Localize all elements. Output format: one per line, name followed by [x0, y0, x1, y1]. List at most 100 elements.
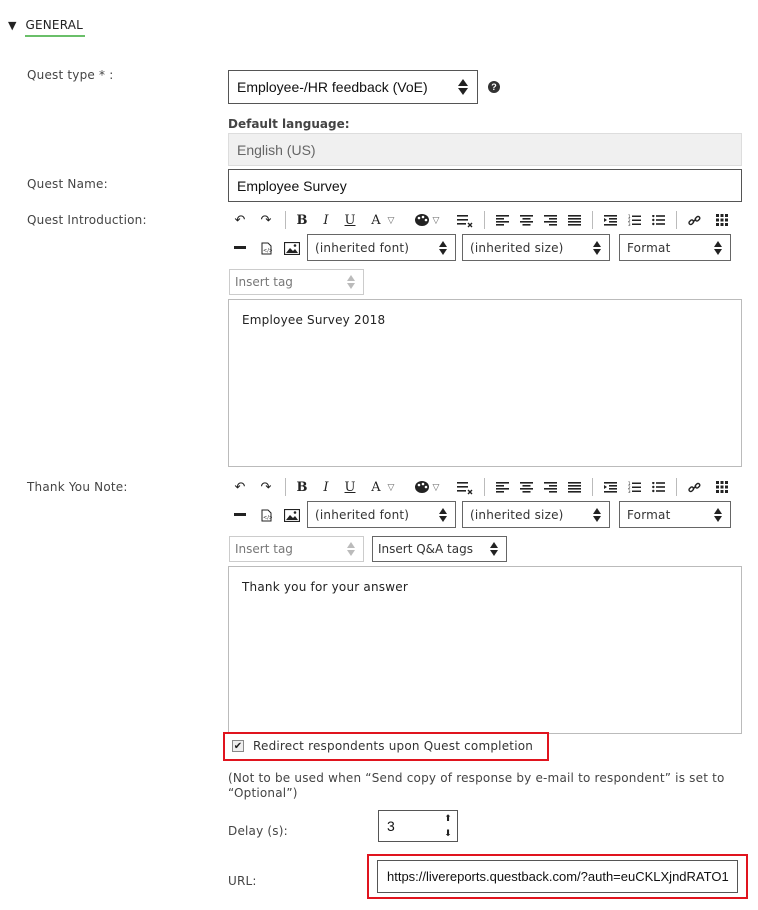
- thanks-editor-body[interactable]: Thank you for your answer: [228, 566, 742, 734]
- chevron-down-icon[interactable]: ▽: [430, 477, 442, 499]
- thanks-font-select[interactable]: (inherited font): [307, 501, 456, 528]
- quest-name-input[interactable]: Employee Survey: [228, 169, 742, 202]
- redo-icon[interactable]: ↷: [258, 476, 274, 498]
- italic-button[interactable]: I: [319, 209, 333, 231]
- clear-format-icon[interactable]: [456, 476, 474, 498]
- indent-icon[interactable]: [602, 209, 618, 231]
- redo-icon[interactable]: ↷: [258, 209, 274, 231]
- intro-size-select[interactable]: (inherited size): [462, 234, 610, 261]
- help-icon[interactable]: ?: [488, 81, 500, 93]
- align-center-icon[interactable]: [518, 476, 534, 498]
- redirect-label[interactable]: Redirect respondents upon Quest completi…: [253, 739, 533, 753]
- redirect-note: (Not to be used when “Send copy of respo…: [228, 771, 725, 800]
- quest-introduction-label: Quest Introduction:: [27, 213, 147, 227]
- image-icon[interactable]: [283, 237, 301, 259]
- quest-type-value: Employee-/HR feedback (VoE): [237, 79, 428, 95]
- thanks-size-select[interactable]: (inherited size): [462, 501, 610, 528]
- svg-text:3: 3: [628, 489, 631, 493]
- font-color-button[interactable]: A: [369, 476, 383, 498]
- align-left-icon[interactable]: [494, 476, 510, 498]
- select-arrows-icon: [706, 235, 730, 260]
- checkmark-icon: ✔: [233, 740, 243, 752]
- link-icon[interactable]: [686, 209, 702, 231]
- numbered-list-icon[interactable]: 123: [626, 476, 642, 498]
- source-code-icon[interactable]: </>: [258, 237, 274, 259]
- numbered-list-icon[interactable]: 123: [626, 209, 642, 231]
- thanks-toolbar-row-1: ↶ ↷ B I U A ▽ ▽ 123: [228, 474, 742, 500]
- select-arrows-icon: [706, 502, 730, 527]
- chevron-down-icon[interactable]: ▽: [385, 477, 397, 499]
- triangle-down-icon[interactable]: ▼: [8, 19, 16, 32]
- thanks-size-value: (inherited size): [470, 507, 564, 522]
- thanks-insert-tag-value: Insert tag: [235, 542, 293, 556]
- thanks-insert-tag-select[interactable]: Insert tag: [229, 536, 364, 562]
- horizontal-line-icon[interactable]: [232, 237, 248, 259]
- align-left-icon[interactable]: [494, 209, 510, 231]
- table-icon[interactable]: [714, 476, 730, 498]
- spinner-arrows-icon[interactable]: ⬆ ⬇: [443, 813, 453, 839]
- intro-format-value: Format: [627, 240, 671, 255]
- select-arrows-icon: [339, 537, 363, 561]
- redirect-checkbox[interactable]: ✔: [232, 740, 244, 752]
- quest-name-label: Quest Name:: [27, 177, 108, 191]
- thank-you-note-label: Thank You Note:: [27, 480, 128, 494]
- select-arrows-icon: [449, 71, 477, 103]
- undo-icon[interactable]: ↶: [232, 476, 248, 498]
- indent-icon[interactable]: [602, 476, 618, 498]
- font-color-button[interactable]: A: [369, 209, 383, 231]
- default-language-field: English (US): [228, 133, 742, 166]
- quest-type-label: Quest type * :: [27, 68, 114, 82]
- underline-button[interactable]: U: [343, 209, 357, 231]
- intro-font-value: (inherited font): [315, 240, 410, 255]
- thanks-format-value: Format: [627, 507, 671, 522]
- thanks-font-value: (inherited font): [315, 507, 410, 522]
- thanks-editor-content: Thank you for your answer: [242, 580, 408, 594]
- link-icon[interactable]: [686, 476, 702, 498]
- intro-editor-body[interactable]: Employee Survey 2018: [228, 299, 742, 467]
- thanks-insert-qa-tags-value: Insert Q&A tags: [378, 542, 473, 556]
- select-arrows-icon: [585, 502, 609, 527]
- source-code-icon[interactable]: </>: [258, 504, 274, 526]
- bullet-list-icon[interactable]: [650, 209, 666, 231]
- intro-format-select[interactable]: Format: [619, 234, 731, 261]
- align-right-icon[interactable]: [542, 476, 558, 498]
- thanks-insert-qa-tags-select[interactable]: Insert Q&A tags: [372, 536, 507, 562]
- delay-input[interactable]: 3 ⬆ ⬇: [378, 810, 458, 842]
- svg-text:3: 3: [628, 222, 631, 226]
- italic-button[interactable]: I: [319, 476, 333, 498]
- align-center-icon[interactable]: [518, 209, 534, 231]
- default-language-label: Default language:: [228, 117, 350, 131]
- select-arrows-icon: [482, 537, 506, 561]
- intro-editor-content: Employee Survey 2018: [242, 313, 386, 327]
- delay-label: Delay (s):: [228, 824, 288, 838]
- bold-button[interactable]: B: [295, 209, 309, 231]
- intro-insert-tag-select[interactable]: Insert tag: [229, 269, 364, 295]
- table-icon[interactable]: [714, 209, 730, 231]
- horizontal-line-icon[interactable]: [232, 504, 248, 526]
- quest-type-select[interactable]: Employee-/HR feedback (VoE): [228, 70, 478, 104]
- chevron-down-icon[interactable]: ▽: [430, 210, 442, 232]
- section-header-general[interactable]: ▼ GENERAL: [8, 15, 85, 37]
- undo-icon[interactable]: ↶: [232, 209, 248, 231]
- select-arrows-icon: [585, 235, 609, 260]
- underline-button[interactable]: U: [343, 476, 357, 498]
- clear-format-icon[interactable]: [456, 209, 474, 231]
- select-arrows-icon: [339, 270, 363, 294]
- align-right-icon[interactable]: [542, 209, 558, 231]
- paint-palette-icon[interactable]: [413, 476, 431, 498]
- chevron-down-icon[interactable]: ▽: [385, 210, 397, 232]
- paint-palette-icon[interactable]: [413, 209, 431, 231]
- bold-button[interactable]: B: [295, 476, 309, 498]
- align-justify-icon[interactable]: [566, 209, 582, 231]
- intro-font-select[interactable]: (inherited font): [307, 234, 456, 261]
- url-label: URL:: [228, 874, 257, 888]
- intro-toolbar-row-1: ↶ ↷ B I U A ▽ ▽ 123: [228, 207, 742, 233]
- svg-text:</>: </>: [263, 515, 272, 521]
- thanks-format-select[interactable]: Format: [619, 501, 731, 528]
- bullet-list-icon[interactable]: [650, 476, 666, 498]
- select-arrows-icon: [431, 502, 455, 527]
- image-icon[interactable]: [283, 504, 301, 526]
- url-input[interactable]: https://livereports.questback.com/?auth=…: [377, 860, 738, 893]
- intro-insert-tag-value: Insert tag: [235, 275, 293, 289]
- align-justify-icon[interactable]: [566, 476, 582, 498]
